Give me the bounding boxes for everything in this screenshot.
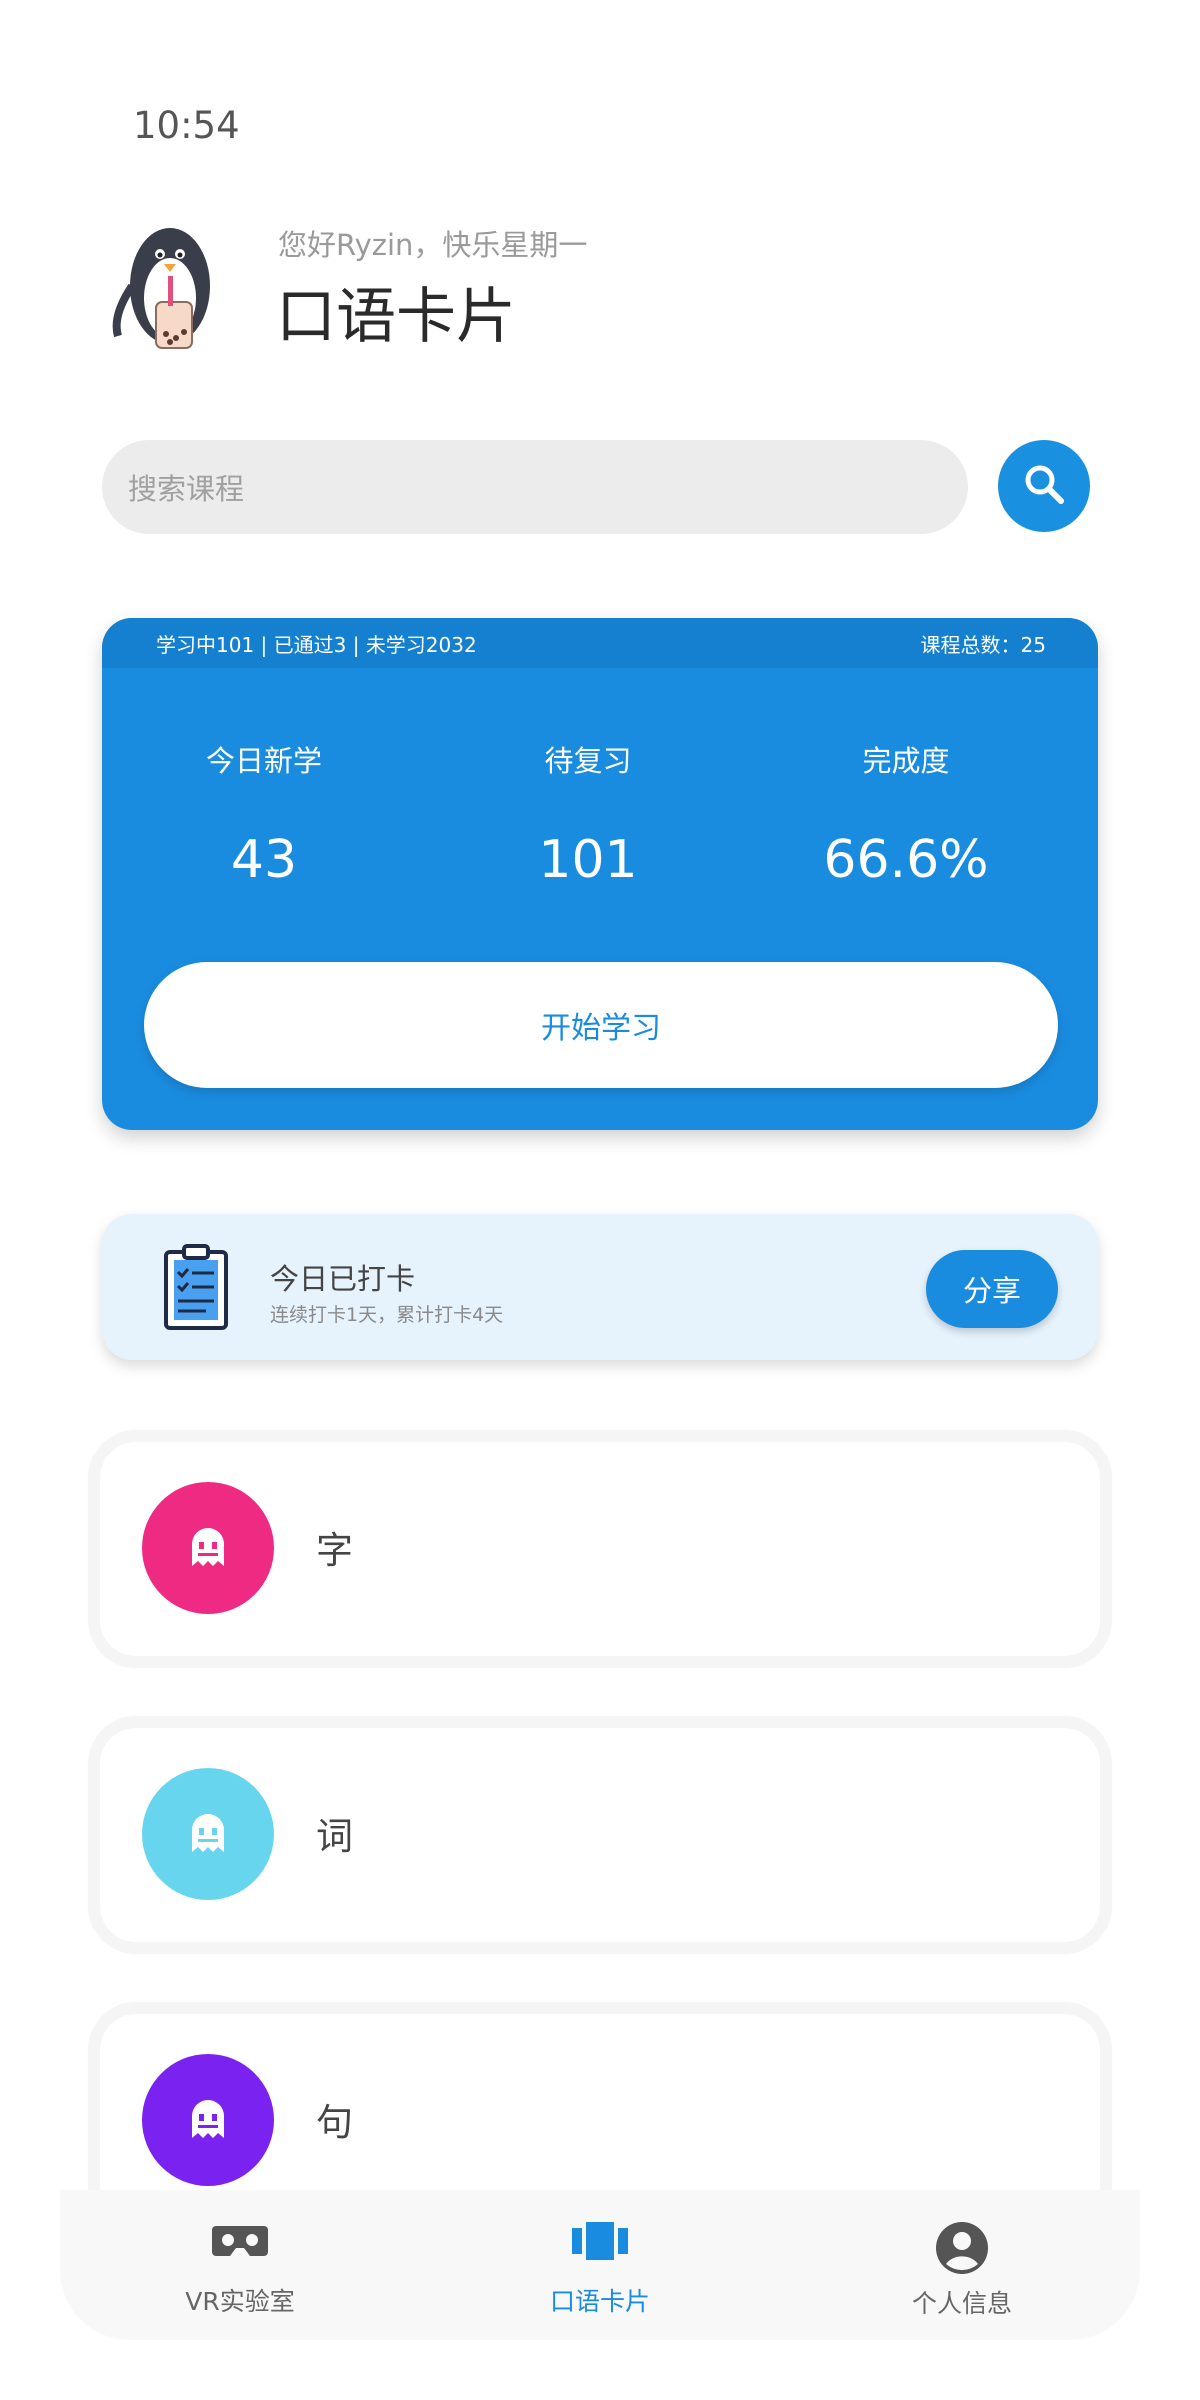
search-icon	[1020, 460, 1068, 512]
status-time: 10:54	[133, 104, 240, 147]
stat-label: 今日新学	[205, 744, 322, 778]
stat-new-today: 今日新学 43	[144, 738, 384, 890]
study-summary-bar: 学习中101 | 已通过3 | 未学习2032 课程总数：25	[102, 618, 1098, 668]
course-label: 词	[316, 1815, 353, 1858]
search-input[interactable]: 搜索课程	[102, 440, 968, 534]
start-learning-button[interactable]: 开始学习	[144, 962, 1058, 1088]
study-progress-card: 学习中101 | 已通过3 | 未学习2032 课程总数：25 今日新学 43 …	[102, 618, 1098, 1130]
checkin-subtitle: 连续打卡1天，累计打卡4天	[270, 1304, 504, 1326]
nav-item-profile[interactable]: 个人信息	[862, 2220, 1062, 2320]
share-button[interactable]: 分享	[926, 1250, 1058, 1328]
vr-headset-icon	[210, 2226, 270, 2268]
checkin-card: 今日已打卡 连续打卡1天，累计打卡4天 分享	[102, 1214, 1098, 1360]
nav-label: 口语卡片	[549, 2287, 650, 2316]
stat-to-review: 待复习 101	[468, 738, 708, 890]
stat-label: 待复习	[544, 744, 632, 778]
stat-label: 完成度	[862, 744, 950, 778]
nav-item-vr-lab[interactable]: VR实验室	[140, 2220, 340, 2318]
study-summary: 学习中101 | 已通过3 | 未学习2032	[156, 632, 477, 657]
stat-value: 43	[230, 830, 298, 890]
course-card-characters[interactable]: 字	[100, 1442, 1100, 1656]
nav-label: VR实验室	[185, 2287, 295, 2316]
stat-completion: 完成度 66.6%	[786, 738, 1026, 890]
search-button[interactable]	[998, 440, 1090, 532]
course-label: 字	[316, 1529, 353, 1572]
ghost-icon	[142, 2054, 274, 2186]
stat-value: 66.6%	[823, 830, 989, 890]
clipboard-checklist-icon	[162, 1244, 232, 1332]
account-circle-icon	[934, 2222, 990, 2282]
nav-label: 个人信息	[911, 2289, 1012, 2318]
ghost-icon	[142, 1482, 274, 1614]
checkin-title: 今日已打卡	[270, 1262, 416, 1296]
cards-icon	[570, 2222, 630, 2268]
greeting-text: 您好Ryzin，快乐星期一	[278, 228, 588, 262]
bottom-nav: VR实验室 口语卡片 个人信息	[60, 2190, 1140, 2340]
course-total: 课程总数：25	[920, 632, 1046, 657]
nav-item-spoken-cards[interactable]: 口语卡片	[500, 2220, 700, 2318]
stats-row: 今日新学 43 待复习 101 完成度 66.6%	[102, 738, 1098, 898]
course-label: 句	[316, 2101, 353, 2144]
page-title: 口语卡片	[276, 282, 516, 352]
ghost-icon	[142, 1768, 274, 1900]
course-card-words[interactable]: 词	[100, 1728, 1100, 1942]
stat-value: 101	[538, 830, 638, 890]
penguin-bubble-tea-icon	[108, 206, 238, 356]
